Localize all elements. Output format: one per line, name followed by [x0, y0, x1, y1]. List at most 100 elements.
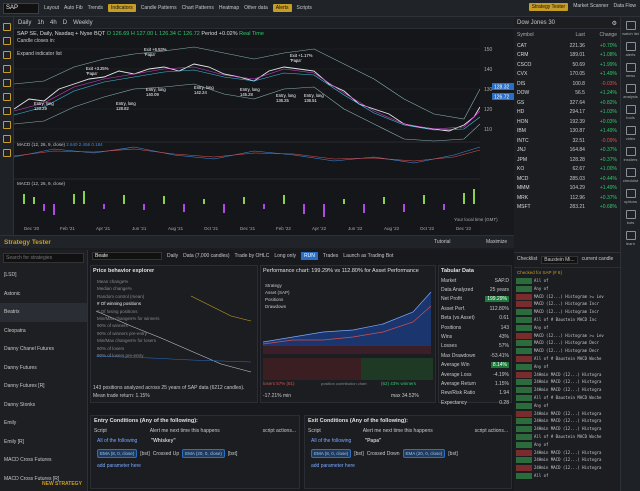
interval-1h[interactable]: 1h — [37, 20, 44, 26]
text-icon[interactable] — [3, 79, 11, 87]
watchlist-row[interactable]: CVX 170.05 +1.49% — [514, 70, 620, 80]
legend-positions[interactable]: Positions — [265, 296, 290, 303]
checklist-row[interactable]: All of # Baustein MACD Woche — [514, 433, 620, 441]
strategy-name-input[interactable]: Beate — [92, 252, 162, 260]
legend-strategy[interactable]: Strategy — [265, 282, 290, 289]
toolbar-autofib[interactable]: Auto Fib — [64, 5, 83, 11]
measure-icon[interactable] — [3, 93, 11, 101]
checklist-row[interactable]: All of # Baustein MACD Inc — [514, 316, 620, 324]
pbe-option[interactable]: 90% of winners — [97, 322, 160, 329]
checklist-row[interactable]: All of — [514, 277, 620, 285]
options-icon[interactable]: options — [621, 189, 640, 204]
toolbar-indicators[interactable]: Indicators — [108, 4, 136, 12]
toolbar-heatmap[interactable]: Heatmap — [219, 5, 239, 11]
checklist-select[interactable]: Baustein Mi... — [541, 256, 578, 264]
data-flow-button[interactable]: Data Flow — [613, 3, 636, 11]
checklist-row[interactable]: 24Hmin MACD (12...) Histogra — [514, 449, 620, 457]
strategy-data-select[interactable]: Data (7,000 candles) — [183, 253, 229, 259]
pbe-option[interactable]: 90% of losers pre-entry — [97, 352, 160, 359]
pbe-option[interactable]: Min/Max changes% for winners — [97, 315, 160, 322]
checklist-row[interactable]: Any of — [514, 324, 620, 332]
watchlist-row[interactable]: KO 62.67 +1.00% — [514, 165, 620, 175]
watchlist-title[interactable]: Dow Jones 30 — [517, 20, 555, 26]
checklist-icon[interactable]: checklist — [621, 168, 640, 183]
strategy-item[interactable]: Cleopatra — [0, 322, 87, 341]
watchlist-row[interactable]: MRK 112.96 +0.37% — [514, 193, 620, 203]
launch-bot-button[interactable]: Launch as Trading Bot — [343, 253, 393, 259]
exit-operator[interactable]: Crossed Down — [367, 451, 400, 457]
interval-d[interactable]: D — [63, 20, 67, 26]
watchlist-row[interactable]: JPM 128.28 +0.37% — [514, 155, 620, 165]
toolbar-layout[interactable]: Layout — [44, 5, 59, 11]
watchlist-row[interactable]: CSCO 50.69 +1.99% — [514, 60, 620, 70]
watchlist-row[interactable]: JNJ 164.84 +0.37% — [514, 146, 620, 156]
checklist-row[interactable]: Any of — [514, 285, 620, 293]
settings-icon[interactable]: ⚙ — [612, 20, 617, 27]
current-candle-checkbox[interactable]: current candle — [582, 256, 614, 264]
strategy-item[interactable]: MACD Cross Futures — [0, 451, 87, 470]
entry-add-param[interactable]: add parameter here — [91, 461, 299, 471]
entry-all-select[interactable]: All of the following — [97, 438, 137, 444]
pbe-option[interactable]: # Of losing positions — [97, 308, 160, 315]
exit-all-select[interactable]: All of the following — [311, 438, 351, 444]
watchlist-row[interactable]: CAT 221.36 +0.70% — [514, 41, 620, 51]
watchlist-row[interactable]: HON 192.39 +0.03% — [514, 117, 620, 127]
symbol-search-input[interactable]: SAP — [3, 2, 39, 14]
strategy-item[interactable]: Danny Chanel Futures — [0, 340, 87, 359]
pbe-option[interactable]: # Of winning positions — [97, 300, 160, 307]
pbe-option[interactable]: 90% of losers — [97, 345, 160, 352]
checklist-row[interactable]: All of # Baustein MACD Woche — [514, 394, 620, 402]
pbe-option[interactable]: Mean change% — [97, 278, 160, 285]
watchlist-row[interactable]: CRM 189.01 +1.08% — [514, 51, 620, 61]
strategy-item[interactable]: Danny Futures [R] — [0, 377, 87, 396]
strategy-item[interactable]: Danny Stonks — [0, 396, 87, 415]
direction-select[interactable]: Long only — [274, 253, 296, 259]
watchlist-icon[interactable]: watch list — [621, 21, 640, 36]
watchlist-row[interactable]: DIS 100.8 -0.03% — [514, 79, 620, 89]
insiders-icon[interactable]: insiders — [621, 147, 640, 162]
watchlist-row[interactable]: DOW 56.5 +1.24% — [514, 89, 620, 99]
market-scanner-button[interactable]: Market Scanner — [573, 3, 608, 11]
strategy-item[interactable]: Emily [R] — [0, 433, 87, 452]
checklist-row[interactable]: 24Hmin MACD (12...) Histogra — [514, 456, 620, 464]
strategy-item[interactable]: Danny Futures — [0, 359, 87, 378]
toolbar-scripts[interactable]: Scripts — [297, 5, 312, 11]
lock-icon[interactable] — [3, 135, 11, 143]
strategy-interval-select[interactable]: Daily — [167, 253, 178, 259]
toolbar-other-data[interactable]: Other data — [244, 5, 268, 11]
exit-param-a[interactable]: EMA (8, 0, close) — [311, 449, 352, 458]
trade-by-select[interactable]: Trade by OHLC — [235, 253, 270, 259]
checklist-row[interactable]: MACD (12...) Histogram >= Lev — [514, 293, 620, 301]
trades-button[interactable]: Trades — [323, 253, 338, 259]
magnet-icon[interactable] — [3, 121, 11, 129]
new-strategy-button[interactable]: NEW STRATEGY — [42, 481, 82, 487]
news-icon[interactable]: news — [621, 63, 640, 78]
watchlist-row[interactable]: MCD 285.03 +0.44% — [514, 174, 620, 184]
checklist-row[interactable]: Any of — [514, 363, 620, 371]
watchlist-row[interactable]: MMM 104.29 +1.49% — [514, 184, 620, 194]
pbe-option[interactable]: Median change% — [97, 285, 160, 292]
checklist-row[interactable]: 24Hmin MACD (12...) Histogra — [514, 464, 620, 472]
watchlist-row[interactable]: INTC 32.51 -0.09% — [514, 136, 620, 146]
strategy-item[interactable]: Astonic — [0, 285, 87, 304]
interval-weekly[interactable]: Weekly — [73, 20, 93, 26]
pbe-option[interactable]: Random control (mean) — [97, 293, 160, 300]
zoom-icon[interactable] — [3, 107, 11, 115]
exit-param-c[interactable]: EMA (20, 0, close) — [402, 449, 446, 458]
checklist-row[interactable]: Any of — [514, 402, 620, 410]
expand-indicator-list[interactable]: Expand indicator list — [17, 51, 62, 57]
entry-param-c[interactable]: EMA (20, 0, close) — [182, 449, 225, 458]
strategy-search-input[interactable]: Search for strategies — [3, 253, 84, 263]
strategy-tester-button[interactable]: Strategy Tester — [528, 3, 569, 11]
checklist-row[interactable]: Any of — [514, 441, 620, 449]
crosshair-icon[interactable] — [3, 23, 11, 31]
checklist-row[interactable]: 24Hmin MACD (12...) Histogra — [514, 410, 620, 418]
legend-drawdown[interactable]: Drawdown — [265, 303, 290, 310]
fib-icon[interactable] — [3, 51, 11, 59]
interval-select[interactable]: Daily — [18, 20, 31, 26]
maximize-button[interactable]: Maximize — [486, 239, 507, 245]
exit-alert-link[interactable]: Alert me next time this happens — [363, 428, 433, 434]
entry-operator[interactable]: Crossed Up — [153, 451, 179, 457]
interval-4h[interactable]: 4h — [50, 20, 57, 26]
toolbar-candle-patterns[interactable]: Candle Patterns — [141, 5, 177, 11]
